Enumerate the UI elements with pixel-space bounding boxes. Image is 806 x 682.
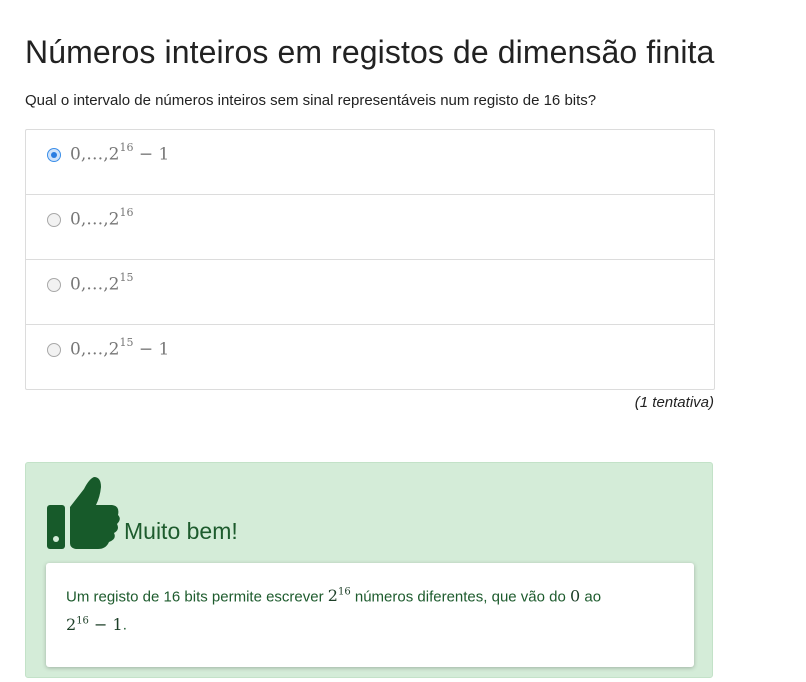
feedback-title: Muito bem! (124, 518, 238, 544)
radio-button[interactable] (47, 343, 61, 357)
option-label: 0,…,215 − 1 (70, 336, 170, 360)
option-4[interactable]: 0,…,215 − 1 (26, 325, 714, 389)
option-3[interactable]: 0,…,215 (26, 260, 714, 325)
option-2[interactable]: 0,…,216 (26, 195, 714, 260)
thumbs-up-icon (46, 475, 122, 556)
option-label: 0,…,215 (70, 271, 134, 295)
radio-button[interactable] (47, 278, 61, 292)
page-title: Números inteiros em registos de dimensão… (25, 34, 715, 70)
option-label: 0,…,216 (70, 206, 134, 230)
feedback-explanation: Um registo de 16 bits permite escrever 2… (46, 563, 694, 667)
radio-button[interactable] (47, 213, 61, 227)
radio-button[interactable] (47, 148, 61, 162)
question-text: Qual o intervalo de números inteiros sem… (25, 92, 597, 109)
feedback-panel: Muito bem! Um registo de 16 bits permite… (25, 462, 713, 678)
answer-options: 0,…,216 − 1 0,…,216 0,…,215 0,…,215 − 1 (25, 129, 715, 390)
option-label: 0,…,216 − 1 (70, 141, 170, 165)
option-1[interactable]: 0,…,216 − 1 (26, 130, 714, 195)
attempts-count: (1 tentativa) (634, 394, 714, 411)
